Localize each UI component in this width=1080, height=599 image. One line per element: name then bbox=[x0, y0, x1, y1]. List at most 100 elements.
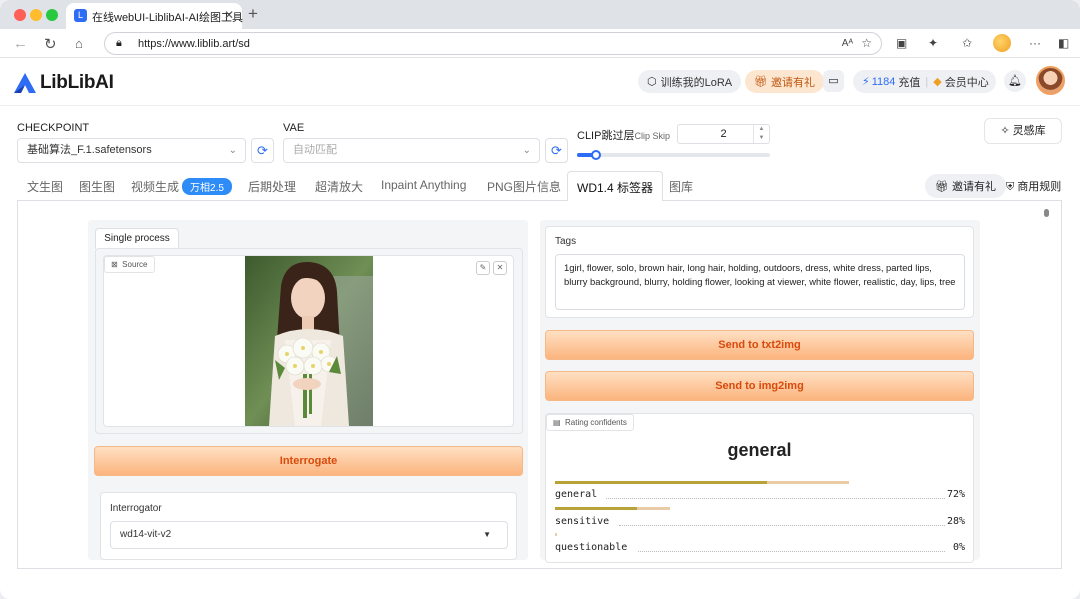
send-to-img2img-button[interactable]: Send to img2img bbox=[545, 371, 974, 401]
function-tabs: 文生图 图生图 视频生成 万相2.5 后期处理 超清放大 Inpaint Anyt… bbox=[17, 171, 1062, 202]
back-icon[interactable]: ← bbox=[13, 35, 28, 52]
recharge-link[interactable]: 充值 bbox=[898, 74, 920, 90]
tab-txt2img[interactable]: 文生图 bbox=[27, 178, 63, 195]
edit-image-icon[interactable]: ✎ bbox=[476, 261, 490, 275]
extensions-icon[interactable]: ✦ bbox=[928, 36, 938, 50]
clip-skip-slider[interactable] bbox=[577, 150, 770, 160]
maximize-window-button[interactable] bbox=[46, 9, 58, 21]
close-tab-icon[interactable]: ✕ bbox=[224, 8, 234, 22]
content-scrollbar[interactable] bbox=[1041, 206, 1053, 561]
read-aloud-icon[interactable]: Aᴬ bbox=[842, 38, 853, 49]
refresh-checkpoint-button[interactable]: ⟳ bbox=[251, 138, 274, 163]
chevron-down-icon: ⌄ bbox=[522, 145, 531, 156]
folder-icon[interactable]: ▭ bbox=[823, 70, 844, 92]
image-icon: ⊠ bbox=[111, 260, 118, 269]
more-menu-icon[interactable]: ··· bbox=[1029, 36, 1041, 50]
site-header: LibLibAI ⬡ 训练我的LoRA 🎁︎ 邀请有礼 ▭ ⚡︎ 1184 充值 |… bbox=[0, 58, 1080, 106]
separator: | bbox=[925, 75, 929, 88]
interrogator-value: wd14-vit-v2 bbox=[120, 529, 172, 540]
shield-icon: ⛨ bbox=[1006, 181, 1015, 193]
checkpoint-select[interactable]: 基础算法_F.1.safetensors ⌄ bbox=[17, 138, 246, 163]
browser-window: L 在线webUI-LiblibAI-AI绘图工具 ✕ + ← ↻ ⌂ 🔒︎ h… bbox=[0, 0, 1080, 599]
reload-icon[interactable]: ↻ bbox=[44, 35, 57, 53]
tags-textarea[interactable]: 1girl, flower, solo, brown hair, long ha… bbox=[555, 254, 965, 310]
interrogator-select[interactable]: wd14-vit-v2 ▼ bbox=[110, 521, 508, 549]
rating-leader-dots bbox=[637, 551, 945, 552]
rating-percent: 28% bbox=[946, 516, 965, 527]
browser-toolbar: ← ↻ ⌂ 🔒︎ https://www.liblib.art/sd Aᴬ ☆ … bbox=[0, 29, 1080, 58]
caret-down-icon: ▼ bbox=[483, 530, 491, 539]
rating-title: general bbox=[727, 440, 792, 460]
tab-invite-button[interactable]: 🎁︎ 邀请有礼 bbox=[925, 174, 1007, 198]
interrogate-button[interactable]: Interrogate bbox=[94, 446, 523, 476]
clip-skip-label: CLIP跳过层Clip Skip bbox=[577, 127, 670, 143]
browser-tab-title: 在线webUI-LiblibAI-AI绘图工具 bbox=[92, 12, 243, 24]
tab-wd14-tagger[interactable]: WD1.4 标签器 bbox=[567, 171, 664, 202]
lightning-icon: ⚡︎ bbox=[862, 76, 870, 88]
source-chip: ⊠ Source bbox=[104, 256, 155, 273]
stepper-arrows-icon[interactable]: ▲ ▼ bbox=[753, 125, 769, 143]
rating-name: general bbox=[555, 489, 598, 500]
scroll-thumb[interactable] bbox=[1044, 209, 1049, 217]
tab-postprocess[interactable]: 后期处理 bbox=[248, 178, 296, 195]
clip-skip-label-en: Clip Skip bbox=[634, 131, 670, 141]
liblib-logo-icon bbox=[14, 73, 36, 93]
clip-skip-input[interactable]: 2 ▲ ▼ bbox=[677, 124, 770, 144]
url-text: https://www.liblib.art/sd bbox=[138, 38, 250, 50]
train-lora-button[interactable]: ⬡ 训练我的LoRA bbox=[638, 70, 742, 93]
send-to-txt2img-button[interactable]: Send to txt2img bbox=[545, 330, 974, 360]
rating-bar-fill bbox=[555, 507, 638, 510]
browser-profile-avatar[interactable] bbox=[993, 34, 1011, 52]
address-bar[interactable]: 🔒︎ https://www.liblib.art/sd Aᴬ ☆ bbox=[104, 32, 882, 55]
invite-label: 邀请有礼 bbox=[770, 76, 815, 89]
magic-wand-icon: ✧ bbox=[1000, 125, 1010, 137]
tab-upscale[interactable]: 超清放大 bbox=[315, 178, 363, 195]
member-center-link[interactable]: 会员中心 bbox=[945, 74, 989, 90]
liblib-logo[interactable]: LibLibAI bbox=[14, 72, 114, 94]
vae-label: VAE bbox=[283, 122, 305, 134]
wanxiang-badge: 万相2.5 bbox=[182, 178, 232, 195]
tab-img2img[interactable]: 图生图 bbox=[79, 178, 115, 195]
invite-button[interactable]: 🎁︎ 邀请有礼 bbox=[745, 70, 824, 93]
tab-video[interactable]: 视频生成 万相2.5 bbox=[131, 178, 232, 195]
inspiration-library-button[interactable]: ✧ 灵感库 bbox=[984, 118, 1062, 144]
bell-icon[interactable]: 🔔︎ bbox=[1004, 70, 1026, 92]
vae-select[interactable]: 自动匹配 ⌄ bbox=[283, 138, 540, 163]
tab-png-info[interactable]: PNG图片信息 bbox=[487, 178, 561, 195]
favorites-icon[interactable]: ✩ bbox=[962, 36, 972, 50]
rating-percent: 0% bbox=[952, 542, 965, 553]
cube-icon: ⬡ bbox=[647, 76, 657, 88]
user-avatar[interactable] bbox=[1036, 66, 1065, 95]
commercial-rules-link[interactable]: ⛨ 商用规则 bbox=[1006, 178, 1061, 194]
workspaces-icon[interactable]: ▣ bbox=[896, 36, 907, 50]
site-favicon-icon: L bbox=[74, 9, 87, 22]
checkpoint-value: 基础算法_F.1.safetensors bbox=[27, 144, 152, 156]
home-icon[interactable]: ⌂ bbox=[75, 36, 83, 51]
rating-leader-dots bbox=[618, 525, 945, 526]
logo-text: LibLibAI bbox=[40, 72, 114, 93]
slider-handle[interactable] bbox=[591, 150, 602, 160]
bar-chart-icon: ▤ bbox=[553, 418, 561, 427]
browser-tab[interactable]: L 在线webUI-LiblibAI-AI绘图工具 ✕ bbox=[66, 3, 243, 29]
commercial-rules-label: 商用规则 bbox=[1017, 181, 1062, 193]
tab-gallery[interactable]: 图库 bbox=[669, 178, 693, 195]
train-lora-label: 训练我的LoRA bbox=[660, 76, 733, 89]
gift-icon: 🎁︎ bbox=[935, 181, 949, 193]
single-process-tab[interactable]: Single process bbox=[95, 228, 179, 249]
new-tab-icon[interactable]: + bbox=[248, 4, 258, 24]
minimize-window-button[interactable] bbox=[30, 9, 42, 21]
refresh-vae-button[interactable]: ⟳ bbox=[545, 138, 568, 163]
rating-percent: 72% bbox=[946, 489, 965, 500]
clear-image-icon[interactable]: ✕ bbox=[493, 261, 507, 275]
tab-invite-label: 邀请有礼 bbox=[952, 181, 997, 193]
rating-chip-label: Rating confidents bbox=[565, 418, 627, 427]
favorite-star-icon[interactable]: ☆ bbox=[861, 36, 872, 50]
tab-inpaint-anything[interactable]: Inpaint Anything bbox=[381, 178, 466, 192]
sidebar-toggle-icon[interactable]: ◧ bbox=[1058, 36, 1069, 50]
rating-bar-fill bbox=[555, 481, 767, 484]
checkpoint-label: CHECKPOINT bbox=[17, 122, 90, 134]
diamond-icon: ◆ bbox=[933, 76, 942, 88]
close-window-button[interactable] bbox=[14, 9, 26, 21]
rating-name: sensitive bbox=[555, 516, 610, 527]
points-count: 1184 bbox=[871, 75, 896, 88]
